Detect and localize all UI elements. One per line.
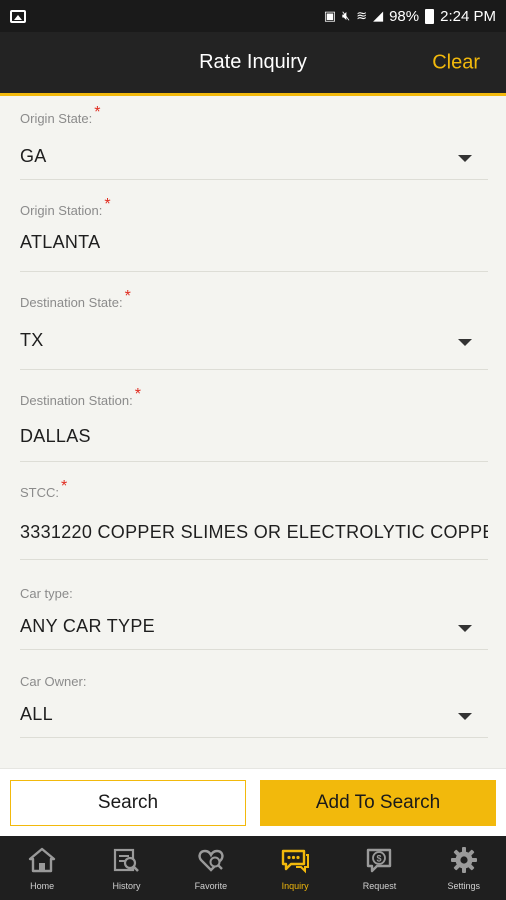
car-owner-label: Car Owner: <box>20 674 87 689</box>
chevron-down-icon <box>458 713 472 720</box>
car-owner-select[interactable]: Car Owner: ALL <box>20 650 488 738</box>
destination-station-field[interactable]: Destination Station: * DALLAS <box>20 370 488 462</box>
destination-station-label: Destination Station: <box>20 393 133 408</box>
search-button[interactable]: Search <box>10 779 246 826</box>
nav-label-request: Request <box>362 881 397 891</box>
stcc-field[interactable]: STCC: * 3331220 COPPER SLIMES OR ELECTROL… <box>20 462 488 560</box>
origin-state-select[interactable]: Origin State: * GA <box>20 96 488 180</box>
nav-label-inquiry: Inquiry <box>281 881 309 891</box>
origin-station-input[interactable]: ATLANTA <box>20 232 100 253</box>
inquiry-icon <box>281 849 310 874</box>
app-bar: Rate Inquiry Clear <box>0 32 506 96</box>
car-type-value: ANY CAR TYPE <box>20 616 155 636</box>
mute-icon: 🔇︎ <box>341 8 351 23</box>
status-bar: ▣ 🔇︎ ≋ ◢ 98% 2:24 PM <box>0 0 506 32</box>
signal-icon: ◢ <box>373 8 384 23</box>
destination-state-value: TX <box>20 330 44 350</box>
rate-inquiry-form: Origin State: * GA Origin Station: * ATLAN… <box>20 96 488 738</box>
required-marker: * <box>61 478 68 495</box>
nav-label-home: Home <box>30 881 55 891</box>
history-icon <box>114 848 140 872</box>
required-marker: * <box>104 196 111 213</box>
required-marker: * <box>94 104 101 121</box>
destination-state-label: Destination State: <box>20 295 123 310</box>
nav-item-settings[interactable]: Settings <box>422 836 506 900</box>
favorite-icon <box>198 849 224 872</box>
chevron-down-icon <box>458 625 472 632</box>
nav-item-home[interactable]: Home <box>0 836 84 900</box>
page-title: Rate Inquiry <box>199 51 307 73</box>
destination-state-select[interactable]: Destination State: * TX <box>20 272 488 370</box>
origin-station-field[interactable]: Origin Station: * ATLANTA <box>20 180 488 272</box>
nav-item-request[interactable]: $ Request <box>337 836 421 900</box>
car-owner-value: ALL <box>20 704 53 724</box>
clear-button[interactable]: Clear <box>432 51 480 74</box>
nav-item-inquiry[interactable]: Inquiry <box>253 836 337 900</box>
gallery-notification-icon <box>10 9 26 23</box>
nav-label-settings: Settings <box>447 881 481 891</box>
request-icon: $ <box>367 848 392 873</box>
car-type-select[interactable]: Car type: ANY CAR TYPE <box>20 560 488 650</box>
gear-icon <box>450 847 477 873</box>
nav-label-history: History <box>112 881 141 891</box>
required-marker: * <box>124 288 131 305</box>
nav-label-favorite: Favorite <box>194 881 228 891</box>
add-to-search-button[interactable]: Add To Search <box>260 779 496 826</box>
stcc-input[interactable]: 3331220 COPPER SLIMES OR ELECTROLYTIC CO… <box>20 522 488 543</box>
destination-station-input[interactable]: DALLAS <box>20 426 91 447</box>
wifi-icon: ≋ <box>356 8 368 23</box>
chevron-down-icon <box>458 339 472 346</box>
home-icon <box>28 847 56 873</box>
nav-item-favorite[interactable]: Favorite <box>169 836 253 900</box>
nfc-icon: ▣ <box>323 8 336 23</box>
bottom-nav: Home History Favorite Inquiry $ Request … <box>0 836 506 900</box>
battery-icon <box>425 8 435 24</box>
origin-state-value: GA <box>20 146 47 166</box>
required-marker: * <box>134 386 141 403</box>
origin-station-label: Origin Station: <box>20 203 103 218</box>
chevron-down-icon <box>458 155 472 162</box>
origin-state-label: Origin State: <box>20 111 93 126</box>
stcc-label: STCC: <box>20 485 59 500</box>
car-type-label: Car type: <box>20 586 73 601</box>
action-bar: Search Add To Search <box>0 768 506 836</box>
nav-item-history[interactable]: History <box>84 836 168 900</box>
battery-percent: 98% <box>389 7 420 25</box>
svg-text:$: $ <box>377 854 382 864</box>
clock: 2:24 PM <box>440 7 496 25</box>
